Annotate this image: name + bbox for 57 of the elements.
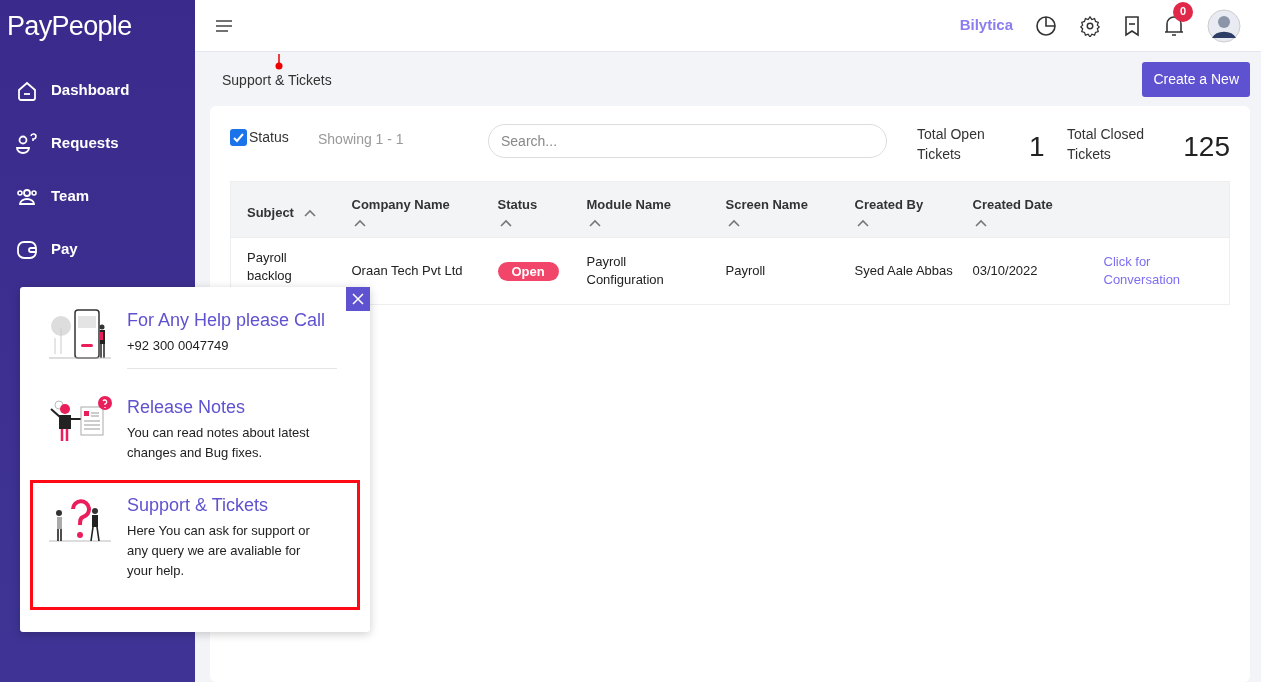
avatar[interactable] [1207, 8, 1241, 43]
status-label: Status [249, 128, 289, 147]
table-cell-text: Payroll Configuration [586, 253, 665, 289]
sort-caret-icon[interactable] [303, 208, 316, 217]
column-header[interactable]: Module Name [586, 195, 671, 215]
total-closed-label: Total Closed Tickets [1067, 125, 1146, 164]
bookmark-icon[interactable] [1123, 14, 1141, 37]
sort-caret-icon[interactable] [588, 218, 601, 227]
help-menu-item[interactable]: Support & Tickets Here You can ask for support or any query we are avaliable for your help. [30, 480, 360, 610]
column-header[interactable]: Company Name [351, 195, 450, 215]
status-badge: Open [497, 261, 559, 281]
help-item-text: Here You can ask for support or any query we are avaliable for your help. [127, 522, 311, 580]
create-new-button[interactable]: Create a New [1142, 61, 1250, 97]
table-cell-text: Oraan Tech Pvt Ltd [351, 262, 464, 280]
settings-icon[interactable] [1079, 14, 1101, 37]
menu-icon[interactable] [215, 18, 233, 33]
help-item-title: For Any Help please Call [127, 309, 327, 332]
column-header[interactable]: Created Date [972, 195, 1053, 215]
sort-caret-icon[interactable] [499, 218, 512, 227]
column-header[interactable]: Subject [247, 203, 294, 223]
close-button[interactable] [346, 287, 370, 311]
sidebar-item[interactable]: Requests [0, 117, 195, 170]
sidebar-item[interactable]: Team [0, 170, 195, 223]
help-item-text: +92 300 0047749 [127, 337, 230, 355]
table-cell-text: Payroll backlog [247, 249, 293, 285]
page-title: Support & Tickets [222, 70, 332, 90]
showing-count: Showing 1 - 1 [318, 130, 405, 149]
sort-caret-icon[interactable] [727, 218, 740, 227]
help-menu-item[interactable]: For Any Help please Call +92 300 0047749 [30, 293, 360, 380]
column-header[interactable]: Screen Name [725, 195, 808, 215]
conversation-link[interactable]: Click for Conversation [1103, 253, 1194, 289]
status-checkbox[interactable] [230, 129, 247, 146]
sort-caret-icon[interactable] [974, 218, 987, 227]
sidebar-item[interactable]: Dashboard [0, 64, 195, 117]
help-item-title: Release Notes [127, 396, 247, 419]
close-icon [352, 293, 364, 305]
search-field[interactable]: Search... [488, 124, 887, 158]
help-item-title: Support & Tickets [127, 494, 270, 517]
column-header[interactable]: Status [497, 195, 538, 215]
table-cell-text: 03/10/2022 [972, 262, 1039, 280]
bell-icon[interactable] [1163, 13, 1185, 38]
sort-caret-icon[interactable] [353, 218, 366, 227]
column-header[interactable]: Created By [854, 195, 924, 215]
total-open-label: Total Open Tickets [917, 125, 986, 164]
total-open-count: 1 [1029, 130, 1046, 164]
notification-badge: 0 [1173, 1, 1193, 22]
table-cell-text: Payroll [725, 262, 767, 280]
sidebar-item[interactable]: Pay [0, 223, 195, 276]
person-question-icon [15, 131, 39, 156]
logo[interactable]: PayPeople [7, 5, 132, 47]
pie-chart-icon[interactable] [1035, 14, 1057, 37]
total-closed-count: 125 [1183, 130, 1230, 164]
pin-marker [275, 54, 283, 70]
help-item-text: You can read notes about latest changes and Bug fixes. [127, 424, 311, 462]
sort-caret-icon[interactable] [856, 218, 869, 227]
help-menu-item[interactable]: Release Notes You can read notes about latest changes and Bug fixes. [30, 380, 360, 474]
table-cell-text: Syed Aale Abbas [854, 262, 954, 280]
